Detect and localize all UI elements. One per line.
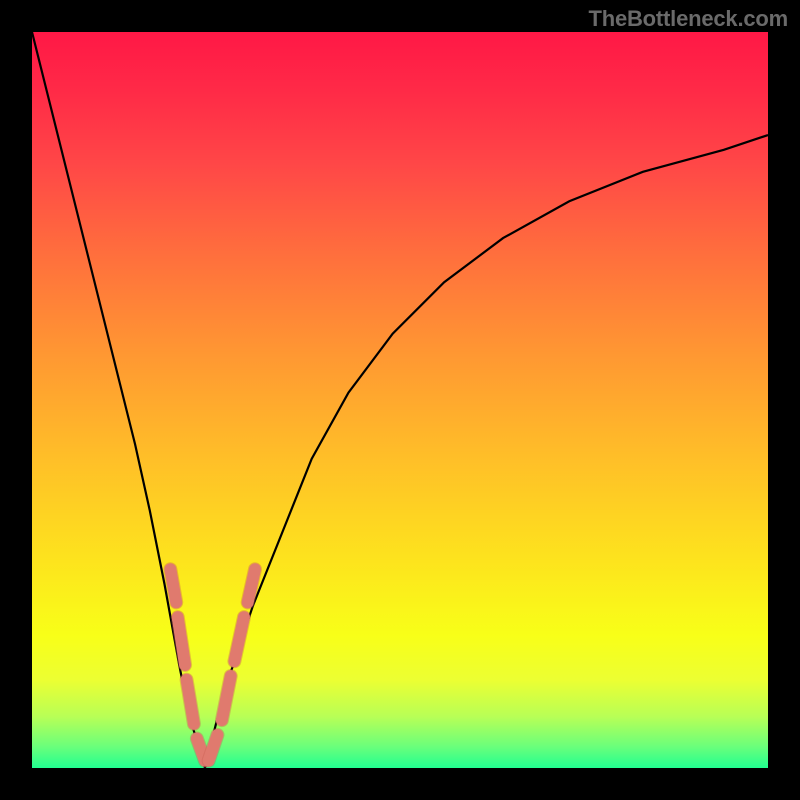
vertex-markers	[170, 569, 255, 760]
marker-segment	[187, 680, 194, 724]
watermark-label: TheBottleneck.com	[588, 6, 788, 32]
marker-segment	[209, 735, 218, 761]
marker-segment	[248, 569, 255, 602]
chart-area	[32, 32, 768, 768]
curve-svg	[32, 32, 768, 768]
outer-frame: TheBottleneck.com	[0, 0, 800, 800]
right-branch-curve	[205, 135, 768, 768]
marker-segment	[178, 617, 185, 665]
marker-segment	[170, 569, 176, 602]
